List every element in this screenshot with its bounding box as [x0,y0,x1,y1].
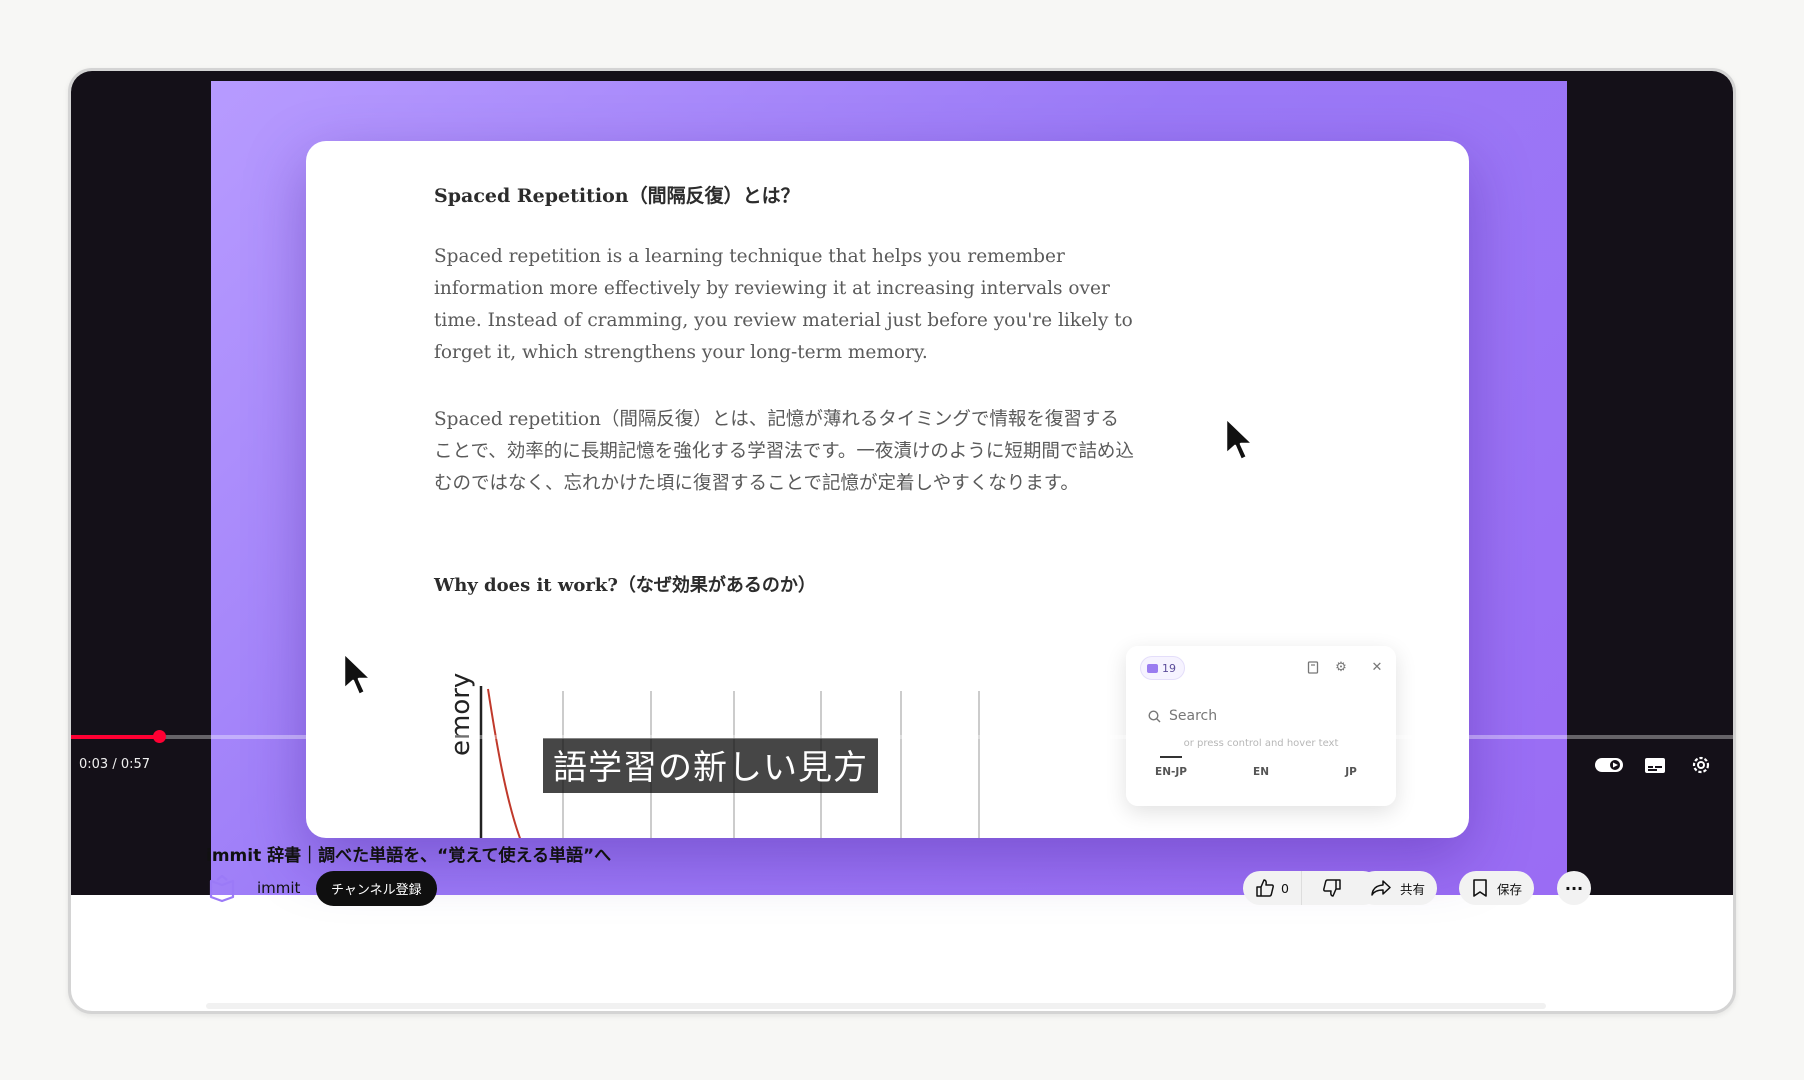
search-placeholder: Search [1169,708,1218,724]
forgetting-curve [487,688,522,838]
mouse-cursor-icon [342,651,373,697]
subtitle-caption: 語学習の新しい見方 [543,738,878,793]
save-label: 保存 [1497,881,1523,897]
language-tabs: EN-JP EN JP [1126,756,1396,778]
dictionary-popup: 19 ⚙ ✕ Search or press control and hover… [1126,646,1396,806]
search-hint: or press control and hover text [1183,738,1339,749]
more-icon[interactable]: ··· [1557,871,1591,905]
dislike-button[interactable] [1310,871,1354,905]
share-icon [1371,880,1391,896]
bookmark-icon[interactable] [1304,658,1322,676]
video-title: immit 辞書｜調べた単語を、“覚えて使える単語”へ [206,846,612,866]
progress-bar[interactable] [71,730,1733,743]
dislike-icon [1323,879,1341,897]
video-page: Spaced Repetition（間隔反復）とは？ Spaced repeti… [68,68,1736,1014]
like-button[interactable]: 0 [1243,871,1302,905]
save-icon [1473,879,1487,897]
save-button[interactable]: 保存 [1459,871,1535,905]
word-count-badge[interactable]: 19 [1140,656,1185,680]
subscribe-button[interactable]: チャンネル登録 [316,871,437,906]
progress-played [71,735,160,739]
search-icon [1148,709,1161,722]
like-count: 0 [1281,880,1289,896]
dictionary-search[interactable]: Search [1148,708,1217,724]
progress-scrubber[interactable] [153,730,167,743]
article-title: Spaced Repetition（間隔反復）とは？ [434,185,800,207]
video-frame: Spaced Repetition（間隔反復）とは？ Spaced repeti… [211,81,1567,895]
video-player[interactable]: Spaced Repetition（間隔反復）とは？ Spaced repeti… [71,71,1733,895]
folder-icon [1147,663,1158,673]
mouse-cursor-icon [1224,416,1255,462]
gear-icon[interactable]: ⚙ [1332,658,1350,676]
article-subheading: Why does it work?（なぜ効果があるのか） [434,575,816,596]
tab-en[interactable]: EN [1231,766,1291,778]
share-label: 共有 [1400,881,1426,897]
tab-en-jp[interactable]: EN-JP [1141,756,1201,778]
autoplay-toggle-icon[interactable] [1591,749,1627,781]
settings-icon[interactable] [1683,749,1719,781]
time-display: 0:03 / 0:57 [79,757,151,772]
like-icon [1256,879,1274,897]
chart-axis-label: emory [446,672,476,756]
article-paragraph-jp: Spaced repetition（間隔反復）とは、記憶が薄れるタイミングで情報… [434,409,1134,494]
tab-jp[interactable]: JP [1321,766,1381,778]
word-count: 19 [1162,661,1176,675]
close-icon[interactable]: ✕ [1368,658,1386,676]
article-card: Spaced Repetition（間隔反復）とは？ Spaced repeti… [306,141,1469,838]
channel-avatar[interactable] [206,873,238,905]
page-divider [206,1003,1546,1009]
article-paragraph-en: Spaced repetition is a learning techniqu… [434,246,1133,363]
channel-name[interactable]: immit [257,879,300,897]
share-button[interactable]: 共有 [1358,871,1438,905]
subtitles-icon[interactable] [1637,749,1673,781]
